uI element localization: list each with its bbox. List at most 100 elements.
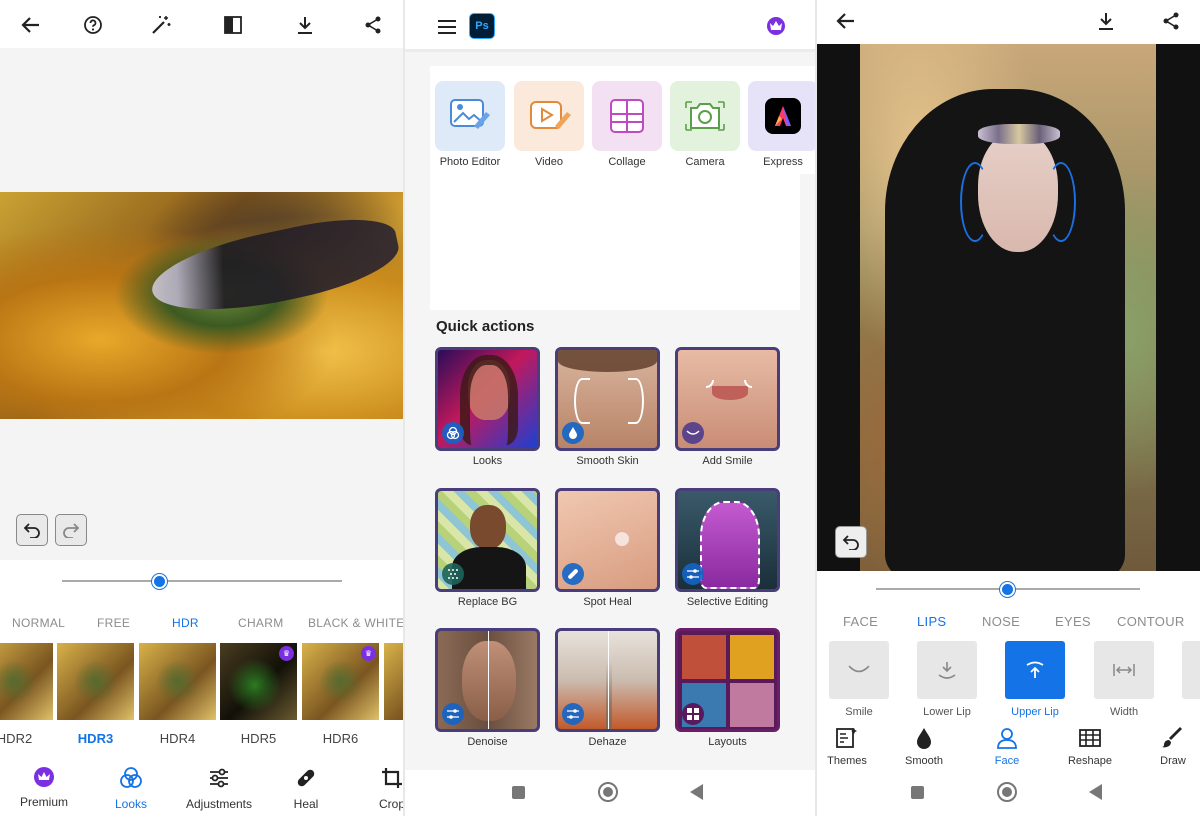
quick-action-dehaze[interactable]: Dehaze bbox=[555, 628, 660, 748]
face-guide-right bbox=[1046, 162, 1076, 242]
feature-label: Lower Lip bbox=[923, 706, 971, 718]
download-icon[interactable] bbox=[1093, 8, 1119, 34]
home-icon[interactable] bbox=[997, 782, 1017, 802]
look-thumbnail-label: HDR4 bbox=[159, 731, 196, 746]
quick-action-thumbnail bbox=[675, 628, 780, 732]
feature-upper-lip[interactable]: Upper Lip bbox=[1005, 641, 1065, 718]
undo-button[interactable] bbox=[16, 514, 48, 546]
tool-express[interactable]: Express bbox=[748, 81, 815, 168]
sliders-icon bbox=[562, 703, 584, 725]
look-thumbnail[interactable]: ♛ bbox=[220, 643, 297, 720]
quick-action-label: Smooth Skin bbox=[576, 455, 639, 467]
share-icon[interactable] bbox=[360, 12, 386, 38]
feature-lower-lip[interactable]: Lower Lip bbox=[917, 641, 977, 718]
category-tab-black-white[interactable]: BLACK & WHITE bbox=[308, 616, 403, 630]
sliders-icon bbox=[682, 563, 704, 585]
quick-action-thumbnail bbox=[555, 347, 660, 451]
nav-premium[interactable]: Premium bbox=[14, 766, 74, 809]
tool-label: Express bbox=[763, 156, 803, 168]
top-bar: Ps bbox=[405, 0, 815, 52]
magic-wand-icon[interactable] bbox=[148, 12, 174, 38]
tab-face[interactable]: FACE bbox=[843, 614, 878, 629]
look-thumbnail[interactable] bbox=[139, 643, 216, 720]
photo-circlet bbox=[978, 124, 1060, 144]
back-arrow-icon[interactable] bbox=[18, 12, 44, 38]
tab-eyes[interactable]: EYES bbox=[1055, 614, 1091, 629]
width-icon bbox=[1094, 641, 1154, 699]
nav-label: Draw bbox=[1160, 755, 1186, 767]
share-icon[interactable] bbox=[1158, 8, 1184, 34]
look-thumbnail[interactable] bbox=[384, 643, 403, 720]
category-tab-normal[interactable]: NORMAL bbox=[12, 616, 65, 630]
back-icon[interactable] bbox=[1089, 784, 1102, 800]
quick-action-smooth-skin[interactable]: Smooth Skin bbox=[555, 347, 660, 467]
tool-camera[interactable]: Camera bbox=[670, 81, 740, 168]
top-toolbar bbox=[0, 0, 403, 48]
quick-action-add-smile[interactable]: Add Smile bbox=[675, 347, 780, 467]
quick-action-replace-bg[interactable]: Replace BG bbox=[435, 488, 540, 608]
edited-photo bbox=[860, 44, 1156, 571]
nav-themes[interactable]: Themes bbox=[817, 726, 877, 767]
compare-icon[interactable] bbox=[220, 12, 246, 38]
nav-face[interactable]: Face bbox=[977, 726, 1037, 767]
download-icon[interactable] bbox=[292, 12, 318, 38]
nav-label: Reshape bbox=[1067, 755, 1113, 767]
nav-crop[interactable]: Crop bbox=[362, 766, 403, 811]
sliders-icon bbox=[442, 703, 464, 725]
tab-contour[interactable]: CONTOUR bbox=[1117, 614, 1185, 629]
person-icon bbox=[995, 726, 1019, 750]
upper-lip-icon bbox=[1005, 641, 1065, 699]
quick-action-thumbnail bbox=[675, 347, 780, 451]
feature-width[interactable]: Width bbox=[1094, 641, 1154, 718]
look-thumbnail[interactable] bbox=[0, 643, 53, 720]
nav-adjustments[interactable]: Adjustments bbox=[183, 766, 255, 811]
nav-looks[interactable]: Looks bbox=[101, 766, 161, 811]
premium-crown-icon: ♛ bbox=[279, 646, 294, 661]
back-icon[interactable] bbox=[690, 784, 703, 800]
nav-reshape[interactable]: Reshape bbox=[1060, 726, 1120, 767]
category-tab-free[interactable]: FREE bbox=[97, 616, 130, 630]
crown-icon[interactable] bbox=[767, 17, 785, 35]
home-icon[interactable] bbox=[598, 782, 618, 802]
intensity-slider-handle[interactable] bbox=[152, 574, 167, 589]
redo-button[interactable] bbox=[55, 514, 87, 546]
help-icon[interactable] bbox=[80, 12, 106, 38]
bandage-icon bbox=[294, 766, 318, 790]
category-tab-hdr[interactable]: HDR bbox=[172, 616, 199, 630]
recents-icon[interactable] bbox=[911, 786, 924, 799]
layout-icon bbox=[682, 703, 704, 725]
nav-label: Looks bbox=[114, 797, 148, 811]
tab-nose[interactable]: NOSE bbox=[982, 614, 1020, 629]
feature-label: Smile bbox=[845, 706, 873, 718]
back-arrow-icon[interactable] bbox=[833, 8, 859, 34]
nav-label: Premium bbox=[19, 795, 68, 809]
recents-icon[interactable] bbox=[512, 786, 525, 799]
quick-action-spot-heal[interactable]: Spot Heal bbox=[555, 488, 660, 608]
tool-video[interactable]: Video bbox=[514, 81, 584, 168]
feature-smile[interactable]: Smile bbox=[829, 641, 889, 718]
photo-canvas bbox=[817, 44, 1200, 571]
looks-icon bbox=[119, 766, 143, 790]
feature-more[interactable] bbox=[1182, 641, 1200, 699]
tab-lips[interactable]: LIPS bbox=[917, 614, 946, 629]
quick-action-denoise[interactable]: Denoise bbox=[435, 628, 540, 748]
quick-action-layouts[interactable]: Layouts bbox=[675, 628, 780, 748]
express-icon bbox=[748, 81, 815, 151]
tool-collage[interactable]: Collage bbox=[592, 81, 662, 168]
look-thumbnail[interactable]: ♛ bbox=[302, 643, 379, 720]
intensity-slider-handle[interactable] bbox=[1000, 582, 1015, 597]
intensity-slider-track[interactable] bbox=[62, 580, 342, 582]
tool-label: Camera bbox=[685, 156, 725, 168]
menu-icon[interactable] bbox=[435, 15, 459, 39]
tool-photo-editor[interactable]: Photo Editor bbox=[435, 81, 505, 168]
category-tab-charm[interactable]: CHARM bbox=[238, 616, 284, 630]
nav-label: Crop bbox=[378, 797, 403, 811]
undo-button[interactable] bbox=[835, 526, 867, 558]
look-thumbnail[interactable] bbox=[54, 640, 137, 723]
quick-action-looks[interactable]: Looks bbox=[435, 347, 540, 467]
look-thumbnail-label: HDR5 bbox=[240, 731, 277, 746]
nav-draw[interactable]: Draw bbox=[1143, 726, 1200, 767]
quick-action-selective-editing[interactable]: Selective Editing bbox=[675, 488, 780, 608]
nav-smooth[interactable]: Smooth bbox=[894, 726, 954, 767]
nav-heal[interactable]: Heal bbox=[276, 766, 336, 811]
